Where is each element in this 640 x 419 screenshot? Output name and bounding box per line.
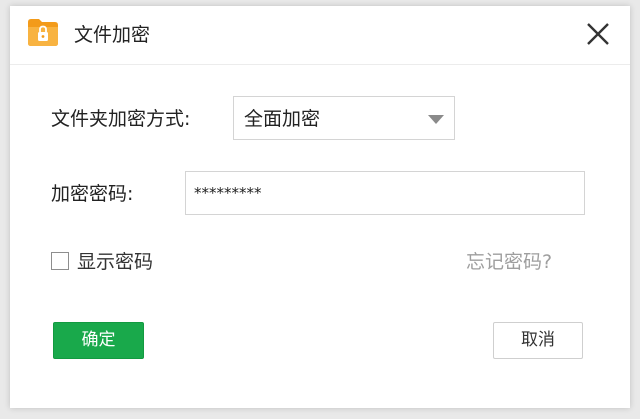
show-password-checkbox[interactable] <box>51 252 69 270</box>
password-label: 加密密码: <box>51 183 134 205</box>
encrypt-method-label: 文件夹加密方式: <box>51 108 191 130</box>
encrypt-method-select[interactable]: 全面加密 <box>233 96 455 140</box>
folder-lock-icon <box>28 19 58 46</box>
encrypt-dialog: 文件加密 文件夹加密方式: 全面加密 加密密码: 显示密码 忘记密码? 确定 取… <box>10 6 630 408</box>
forgot-password-link[interactable]: 忘记密码? <box>466 249 552 275</box>
show-password-label[interactable]: 显示密码 <box>77 249 153 275</box>
close-icon[interactable] <box>584 20 612 48</box>
dialog-title: 文件加密 <box>74 24 151 46</box>
cancel-button[interactable]: 取消 <box>493 322 583 359</box>
titlebar: 文件加密 <box>10 6 630 65</box>
encrypt-method-value: 全面加密 <box>244 108 321 130</box>
chevron-down-icon <box>428 115 444 124</box>
ok-button[interactable]: 确定 <box>53 322 144 359</box>
password-input[interactable] <box>185 171 585 215</box>
